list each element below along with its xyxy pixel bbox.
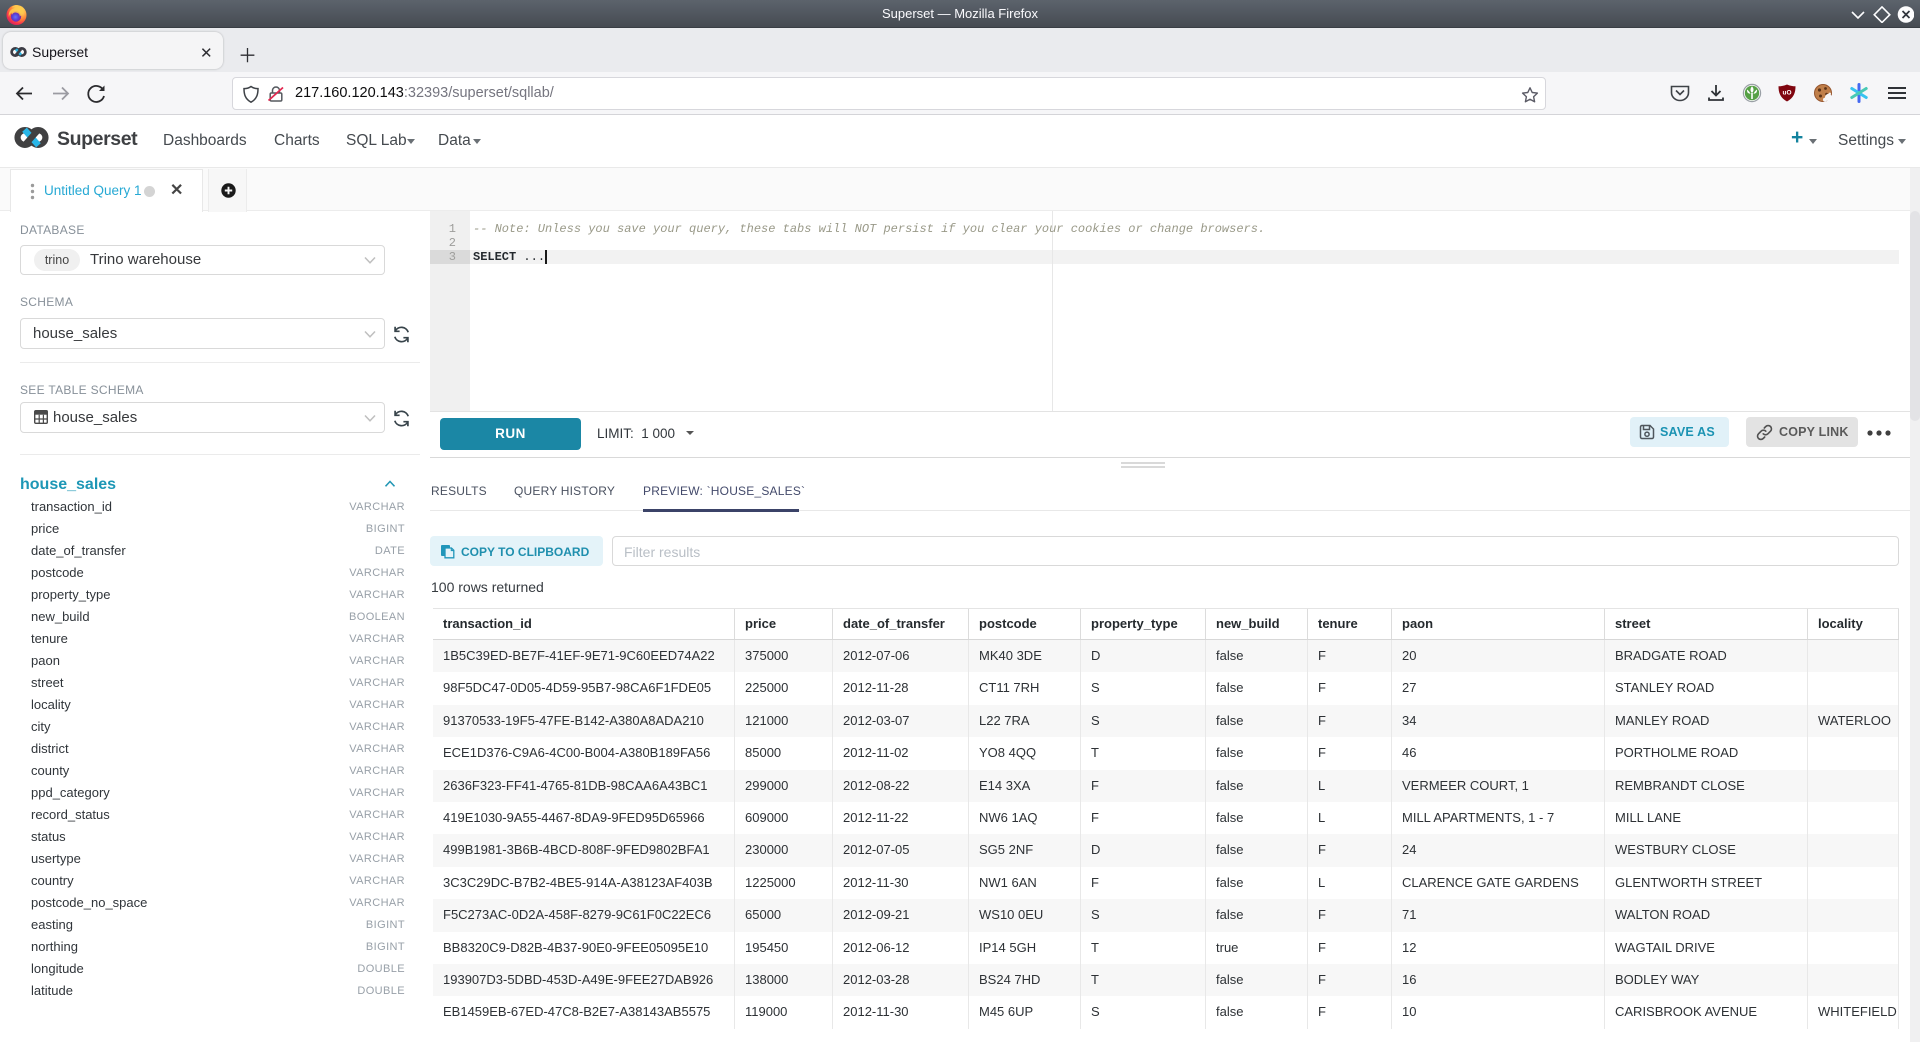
svg-text:uO: uO xyxy=(1782,90,1791,97)
